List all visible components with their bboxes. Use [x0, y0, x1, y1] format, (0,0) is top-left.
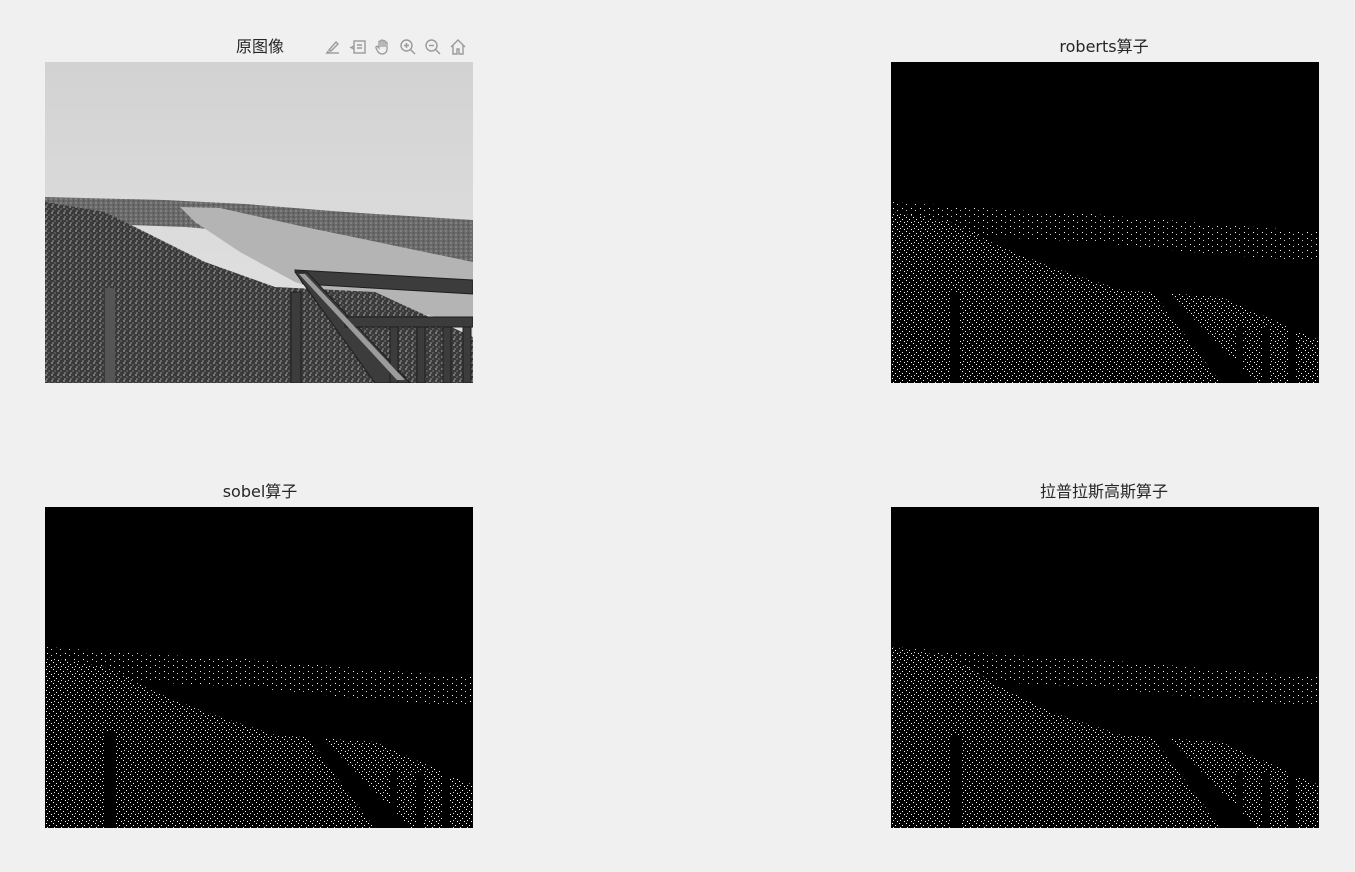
- axes-title-roberts: roberts算子: [1059, 37, 1149, 56]
- zoom-out-icon: [424, 38, 442, 56]
- zoom-out-button[interactable]: [422, 36, 444, 58]
- original-image[interactable]: [45, 62, 473, 383]
- pan-hand-icon: [374, 38, 392, 56]
- brush-button[interactable]: [322, 36, 344, 58]
- restore-view-button[interactable]: [447, 36, 469, 58]
- data-tips-icon: [349, 38, 367, 56]
- axes-title-sobel: sobel算子: [222, 482, 298, 501]
- figure-window: 原图像 roberts算子 sobel算子 拉普拉斯高斯算子: [0, 0, 1355, 872]
- sobel-edge-image[interactable]: [45, 507, 473, 828]
- axes-title-original: 原图像: [235, 37, 284, 56]
- log-edge-image[interactable]: [891, 507, 1319, 828]
- zoom-in-icon: [399, 38, 417, 56]
- roberts-edge-image[interactable]: [891, 62, 1319, 383]
- axes-toolbar: [322, 36, 469, 58]
- home-icon: [449, 38, 467, 56]
- brush-icon: [324, 38, 342, 56]
- zoom-in-button[interactable]: [397, 36, 419, 58]
- axes-title-log: 拉普拉斯高斯算子: [1039, 482, 1168, 501]
- pan-button[interactable]: [372, 36, 394, 58]
- data-tips-button[interactable]: [347, 36, 369, 58]
